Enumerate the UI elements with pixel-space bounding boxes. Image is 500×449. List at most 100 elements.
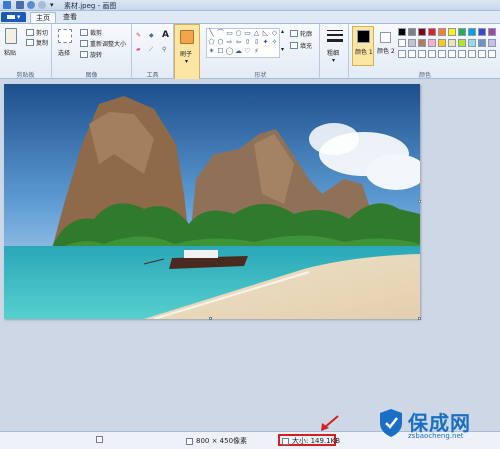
palette-empty-swatch[interactable] bbox=[398, 50, 406, 58]
palette-color-swatch[interactable] bbox=[398, 39, 406, 47]
copy-button[interactable]: 复制 bbox=[26, 38, 48, 47]
fill-button[interactable]: 填充 bbox=[290, 41, 312, 50]
ribbon: 粘贴 剪切 复制 剪贴板 选择 裁剪 重新调整大小 旋转 图像 ✎ ◆ A ▰ … bbox=[0, 23, 500, 80]
crop-button[interactable]: 裁剪 bbox=[80, 28, 102, 37]
palette-color-swatch[interactable] bbox=[438, 28, 446, 36]
shapes-gallery[interactable]: ╲ ⌒ ▭ ○ ▭ △ ◺ ◇ ⬠ ⬡ ⇨ ⇦ ⇧ ⇩ ✦ ✧ ✶ ☐ ◯ ☁ ♡ ⚡ bbox=[206, 28, 280, 58]
outline-icon bbox=[290, 30, 298, 37]
color-picker-tool[interactable]: ⟋ bbox=[149, 46, 153, 54]
customize-toolbar-icon[interactable]: ▾ bbox=[50, 1, 56, 9]
palette-color-swatch[interactable] bbox=[448, 39, 456, 47]
text-tool[interactable]: A bbox=[162, 30, 169, 40]
cut-button[interactable]: 剪切 bbox=[26, 28, 48, 37]
palette-color-swatch[interactable] bbox=[438, 39, 446, 47]
shape-option[interactable]: ⇦ bbox=[234, 38, 243, 47]
canvas-resize-handle-right[interactable] bbox=[418, 200, 421, 203]
palette-empty-swatch[interactable] bbox=[458, 50, 466, 58]
palette-empty-swatch[interactable] bbox=[488, 50, 496, 58]
tab-view[interactable]: 查看 bbox=[58, 12, 82, 23]
palette-color-swatch[interactable] bbox=[488, 39, 496, 47]
palette-empty-swatch[interactable] bbox=[448, 50, 456, 58]
shape-option[interactable]: ⬠ bbox=[207, 38, 216, 47]
fill-tool[interactable]: ◆ bbox=[149, 32, 154, 39]
save-icon[interactable] bbox=[16, 1, 24, 9]
scissors-icon bbox=[26, 29, 34, 36]
file-menu-icon bbox=[6, 15, 15, 19]
cursor-position-icon bbox=[96, 436, 103, 443]
shape-option[interactable]: ⚡ bbox=[252, 47, 261, 56]
shape-option[interactable]: ⇨ bbox=[225, 38, 234, 47]
color1-label: 颜色 1 bbox=[355, 49, 373, 56]
clipboard-group: 粘贴 剪切 复制 剪贴板 bbox=[0, 24, 52, 80]
shape-option[interactable]: △ bbox=[252, 29, 261, 38]
palette-color-swatch[interactable] bbox=[418, 28, 426, 36]
shape-option[interactable]: ✧ bbox=[270, 38, 279, 47]
palette-color-swatch[interactable] bbox=[448, 28, 456, 36]
line-size-icon bbox=[327, 30, 343, 44]
brushes-label: 刷子 bbox=[180, 51, 193, 58]
shape-option[interactable]: ▭ bbox=[243, 29, 252, 38]
palette-color-swatch[interactable] bbox=[488, 28, 496, 36]
undo-icon[interactable] bbox=[27, 1, 35, 9]
palette-color-swatch[interactable] bbox=[468, 39, 476, 47]
color1-swatch bbox=[357, 30, 370, 43]
palette-color-swatch[interactable] bbox=[428, 39, 436, 47]
palette-color-swatch[interactable] bbox=[398, 28, 406, 36]
palette-empty-swatch[interactable] bbox=[418, 50, 426, 58]
shape-option[interactable]: ✦ bbox=[261, 38, 270, 47]
color2-button[interactable]: 颜色 2 bbox=[376, 26, 396, 66]
brushes-group[interactable]: 刷子 ▾ bbox=[174, 24, 200, 80]
outline-button[interactable]: 轮廓 bbox=[290, 29, 312, 38]
shape-option[interactable]: ◇ bbox=[270, 29, 279, 38]
palette-color-swatch[interactable] bbox=[458, 28, 466, 36]
palette-color-swatch[interactable] bbox=[478, 39, 486, 47]
palette-color-swatch[interactable] bbox=[408, 39, 416, 47]
magnifier-tool[interactable]: ⚲ bbox=[162, 46, 166, 53]
watermark-url: zsbaocheng.net bbox=[408, 432, 464, 440]
canvas-resize-handle-corner[interactable] bbox=[418, 317, 421, 320]
size-group[interactable]: 粗细 ▾ bbox=[322, 24, 349, 80]
shape-option[interactable]: ⌒ bbox=[216, 29, 225, 38]
eraser-tool[interactable]: ▰ bbox=[136, 46, 141, 53]
pencil-tool[interactable]: ✎ bbox=[136, 32, 141, 39]
shape-option[interactable]: ◯ bbox=[225, 47, 234, 56]
brush-icon bbox=[180, 30, 194, 44]
redo-icon[interactable] bbox=[38, 1, 46, 9]
resize-button[interactable]: 重新调整大小 bbox=[80, 39, 126, 48]
palette-empty-swatch[interactable] bbox=[428, 50, 436, 58]
color1-button[interactable]: 颜色 1 bbox=[352, 26, 374, 66]
shapes-scroll-icon[interactable]: ▴ bbox=[281, 28, 284, 35]
shape-option[interactable]: ╲ bbox=[207, 29, 216, 38]
palette-color-swatch[interactable] bbox=[458, 39, 466, 47]
image-canvas[interactable] bbox=[4, 84, 420, 319]
shape-option[interactable]: ◺ bbox=[261, 29, 270, 38]
palette-color-swatch[interactable] bbox=[428, 28, 436, 36]
color2-label: 颜色 2 bbox=[377, 48, 395, 55]
shape-option[interactable]: ☁ bbox=[234, 47, 243, 56]
shape-option[interactable]: ○ bbox=[234, 29, 243, 38]
palette-empty-swatch[interactable] bbox=[408, 50, 416, 58]
paint-app-icon[interactable] bbox=[3, 1, 11, 9]
shape-option[interactable]: ⇧ bbox=[243, 38, 252, 47]
palette-color-swatch[interactable] bbox=[478, 28, 486, 36]
paste-button[interactable]: 粘贴 bbox=[4, 48, 16, 57]
canvas-resize-handle-bottom[interactable] bbox=[209, 317, 212, 320]
shape-option[interactable]: ♡ bbox=[243, 47, 252, 56]
select-button[interactable]: 选择 bbox=[58, 48, 70, 57]
shape-option[interactable]: ✶ bbox=[207, 47, 216, 56]
shape-option[interactable]: ☐ bbox=[216, 47, 225, 56]
tab-home[interactable]: 主页 bbox=[30, 12, 56, 23]
palette-color-swatch[interactable] bbox=[468, 28, 476, 36]
palette-color-swatch[interactable] bbox=[418, 39, 426, 47]
file-menu-button[interactable]: ▾ bbox=[1, 12, 26, 22]
rotate-button[interactable]: 旋转 bbox=[80, 50, 102, 59]
shape-option[interactable]: ⇩ bbox=[252, 38, 261, 47]
shapes-group: ╲ ⌒ ▭ ○ ▭ △ ◺ ◇ ⬠ ⬡ ⇨ ⇦ ⇧ ⇩ ✦ ✧ ✶ ☐ ◯ ☁ ♡ ⚡ ▴ ▾ 轮廓 填充 形状 bbox=[202, 24, 320, 80]
shapes-scroll-down-icon[interactable]: ▾ bbox=[281, 46, 284, 53]
palette-empty-swatch[interactable] bbox=[478, 50, 486, 58]
shape-option[interactable]: ⬡ bbox=[216, 38, 225, 47]
palette-empty-swatch[interactable] bbox=[438, 50, 446, 58]
palette-empty-swatch[interactable] bbox=[468, 50, 476, 58]
palette-color-swatch[interactable] bbox=[408, 28, 416, 36]
shape-option[interactable]: ▭ bbox=[225, 29, 234, 38]
